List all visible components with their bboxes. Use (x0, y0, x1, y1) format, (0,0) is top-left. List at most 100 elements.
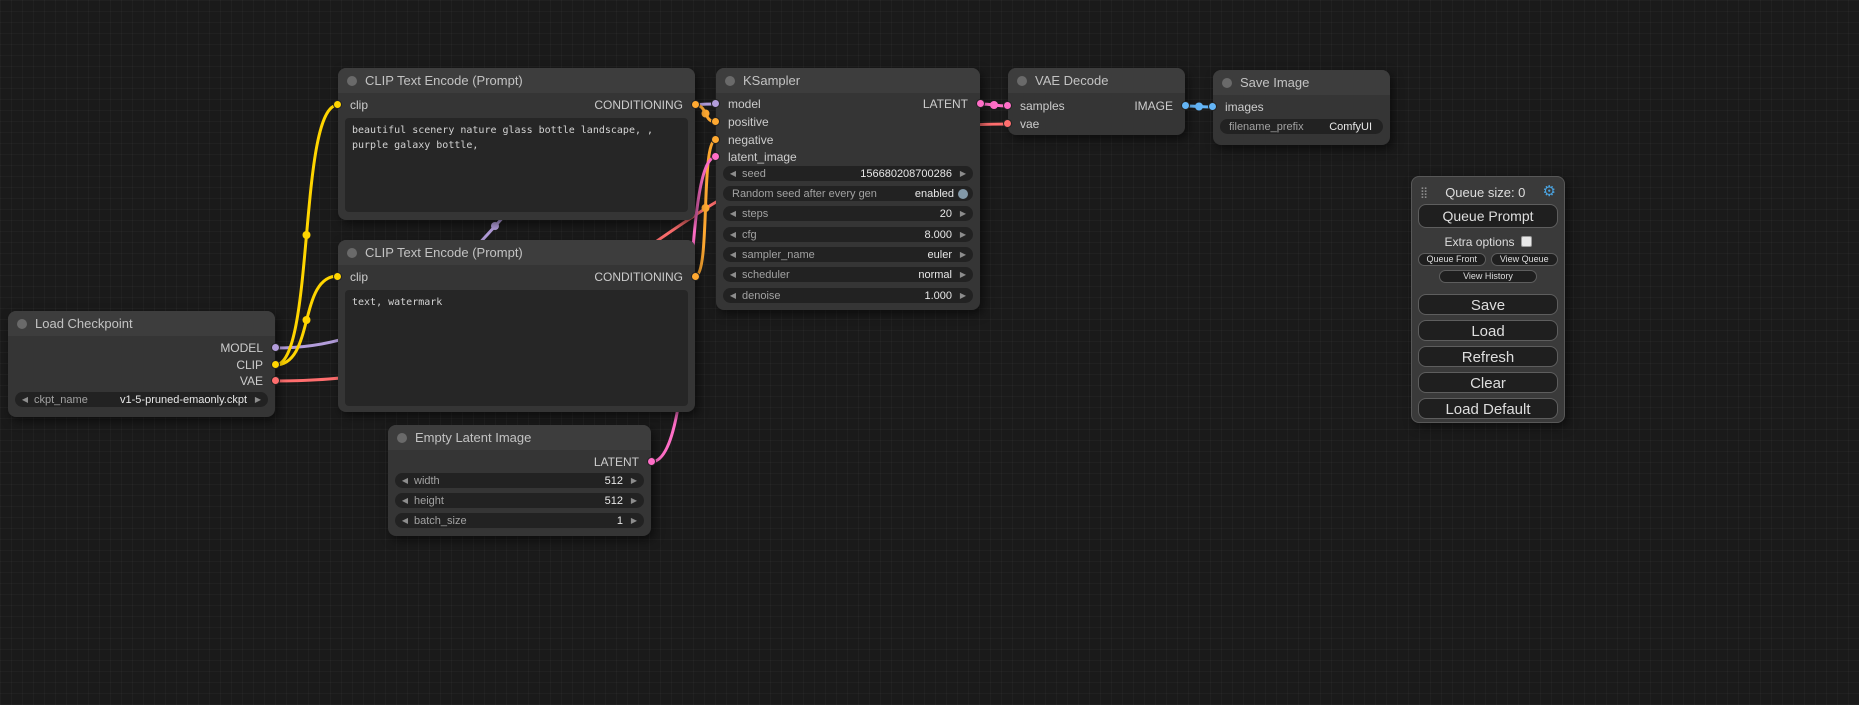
node-title-bar[interactable]: CLIP Text Encode (Prompt) (338, 240, 695, 265)
model-output-dot[interactable] (271, 343, 280, 352)
denoise-widget[interactable]: ◀ denoise 1.000 ▶ (723, 288, 973, 303)
node-title: VAE Decode (1035, 73, 1108, 88)
prev-value-icon[interactable]: ◀ (400, 493, 410, 508)
extra-options-label: Extra options (1444, 235, 1514, 249)
clip-input-dot[interactable] (333, 272, 342, 281)
input-label-negative: negative (728, 133, 773, 147)
height-widget[interactable]: ◀ height 512 ▶ (395, 493, 644, 508)
prev-value-icon[interactable]: ◀ (728, 267, 738, 282)
latent-output-dot[interactable] (976, 99, 985, 108)
prev-value-icon[interactable]: ◀ (728, 166, 738, 181)
clear-button[interactable]: Clear (1418, 372, 1558, 393)
collapse-dot-icon[interactable] (725, 76, 735, 86)
queue-front-button[interactable]: Queue Front (1418, 253, 1486, 266)
node-graph-canvas[interactable]: Load Checkpoint MODEL CLIP VAE ◀ ckpt_na… (0, 0, 1859, 705)
batch-size-widget[interactable]: ◀ batch_size 1 ▶ (395, 513, 644, 528)
sampler-name-widget[interactable]: ◀ sampler_name euler ▶ (723, 247, 973, 262)
toggle-knob-icon[interactable] (958, 189, 968, 199)
queue-prompt-button[interactable]: Queue Prompt (1418, 204, 1558, 228)
cfg-widget[interactable]: ◀ cfg 8.000 ▶ (723, 227, 973, 242)
node-save-image[interactable]: Save Image images filename_prefix ComfyU… (1213, 70, 1390, 145)
output-label-conditioning: CONDITIONING (594, 270, 683, 284)
collapse-dot-icon[interactable] (17, 319, 27, 329)
load-default-button[interactable]: Load Default (1418, 398, 1558, 419)
latent-image-input-dot[interactable] (711, 152, 720, 161)
next-value-icon[interactable]: ▶ (958, 227, 968, 242)
ckpt-name-widget[interactable]: ◀ ckpt_name v1-5-pruned-emaonly.ckpt ▶ (15, 392, 268, 407)
collapse-dot-icon[interactable] (347, 248, 357, 258)
vae-input-dot[interactable] (1003, 119, 1012, 128)
negative-input-dot[interactable] (711, 135, 720, 144)
extra-options-checkbox[interactable] (1521, 236, 1532, 247)
positive-input-dot[interactable] (711, 117, 720, 126)
conditioning-output-dot[interactable] (691, 272, 700, 281)
output-label-latent: LATENT (923, 97, 968, 111)
next-value-icon[interactable]: ▶ (958, 267, 968, 282)
node-clip-text-encode-positive[interactable]: CLIP Text Encode (Prompt) clip CONDITION… (338, 68, 695, 220)
collapse-dot-icon[interactable] (1017, 76, 1027, 86)
filename-prefix-widget[interactable]: filename_prefix ComfyUI (1220, 119, 1383, 134)
next-value-icon[interactable]: ▶ (958, 247, 968, 262)
clip-input-dot[interactable] (333, 100, 342, 109)
next-value-icon[interactable]: ▶ (958, 288, 968, 303)
collapse-dot-icon[interactable] (397, 433, 407, 443)
node-title-bar[interactable]: CLIP Text Encode (Prompt) (338, 68, 695, 93)
node-empty-latent-image[interactable]: Empty Latent Image LATENT ◀ width 512 ▶ … (388, 425, 651, 536)
settings-gear-icon[interactable]: ⚙ (1543, 184, 1556, 200)
wire-midpoint-dot (491, 222, 499, 230)
next-value-icon[interactable]: ▶ (253, 392, 263, 407)
next-value-icon[interactable]: ▶ (958, 206, 968, 221)
prev-value-icon[interactable]: ◀ (728, 247, 738, 262)
vae-output-dot[interactable] (271, 376, 280, 385)
node-ksampler[interactable]: KSampler model LATENT positive negative … (716, 68, 980, 310)
samples-input-dot[interactable] (1003, 101, 1012, 110)
next-value-icon[interactable]: ▶ (629, 513, 639, 528)
widget-label: filename_prefix (1229, 121, 1304, 133)
node-title-bar[interactable]: Empty Latent Image (388, 425, 651, 450)
collapse-dot-icon[interactable] (1222, 78, 1232, 88)
prev-value-icon[interactable]: ◀ (728, 288, 738, 303)
image-output-dot[interactable] (1181, 101, 1190, 110)
prev-value-icon[interactable]: ◀ (728, 206, 738, 221)
save-button[interactable]: Save (1418, 294, 1558, 315)
widget-label: height (414, 495, 444, 507)
positive-prompt-textarea[interactable]: beautiful scenery nature glass bottle la… (345, 118, 688, 212)
node-clip-text-encode-negative[interactable]: CLIP Text Encode (Prompt) clip CONDITION… (338, 240, 695, 412)
scheduler-widget[interactable]: ◀ scheduler normal ▶ (723, 267, 973, 282)
latent-output-dot[interactable] (647, 457, 656, 466)
widget-label: width (414, 475, 440, 487)
output-label-conditioning: CONDITIONING (594, 98, 683, 112)
negative-prompt-textarea[interactable]: text, watermark (345, 290, 688, 406)
next-value-icon[interactable]: ▶ (629, 493, 639, 508)
node-load-checkpoint[interactable]: Load Checkpoint MODEL CLIP VAE ◀ ckpt_na… (8, 311, 275, 417)
random-seed-toggle-widget[interactable]: Random seed after every gen enabled (723, 186, 973, 201)
width-widget[interactable]: ◀ width 512 ▶ (395, 473, 644, 488)
widget-value: 20 (940, 208, 952, 220)
input-label-images: images (1225, 100, 1264, 114)
node-title-bar[interactable]: Load Checkpoint (8, 311, 275, 336)
node-title-bar[interactable]: Save Image (1213, 70, 1390, 95)
model-input-dot[interactable] (711, 99, 720, 108)
steps-widget[interactable]: ◀ steps 20 ▶ (723, 206, 973, 221)
load-button[interactable]: Load (1418, 320, 1558, 341)
node-vae-decode[interactable]: VAE Decode samples IMAGE vae (1008, 68, 1185, 135)
clip-output-dot[interactable] (271, 360, 280, 369)
prev-value-icon[interactable]: ◀ (400, 513, 410, 528)
next-value-icon[interactable]: ▶ (629, 473, 639, 488)
drag-handle-icon[interactable]: ⣿ (1420, 186, 1428, 199)
next-value-icon[interactable]: ▶ (958, 166, 968, 181)
refresh-button[interactable]: Refresh (1418, 346, 1558, 367)
node-title-bar[interactable]: VAE Decode (1008, 68, 1185, 93)
conditioning-output-dot[interactable] (691, 100, 700, 109)
collapse-dot-icon[interactable] (347, 76, 357, 86)
view-queue-button[interactable]: View Queue (1491, 253, 1559, 266)
widget-label: sampler_name (742, 249, 815, 261)
node-title-bar[interactable]: KSampler (716, 68, 980, 93)
prev-value-icon[interactable]: ◀ (20, 392, 30, 407)
view-history-button[interactable]: View History (1439, 270, 1537, 283)
seed-widget[interactable]: ◀ seed 156680208700286 ▶ (723, 166, 973, 181)
widget-label: scheduler (742, 269, 790, 281)
prev-value-icon[interactable]: ◀ (400, 473, 410, 488)
images-input-dot[interactable] (1208, 102, 1217, 111)
prev-value-icon[interactable]: ◀ (728, 227, 738, 242)
